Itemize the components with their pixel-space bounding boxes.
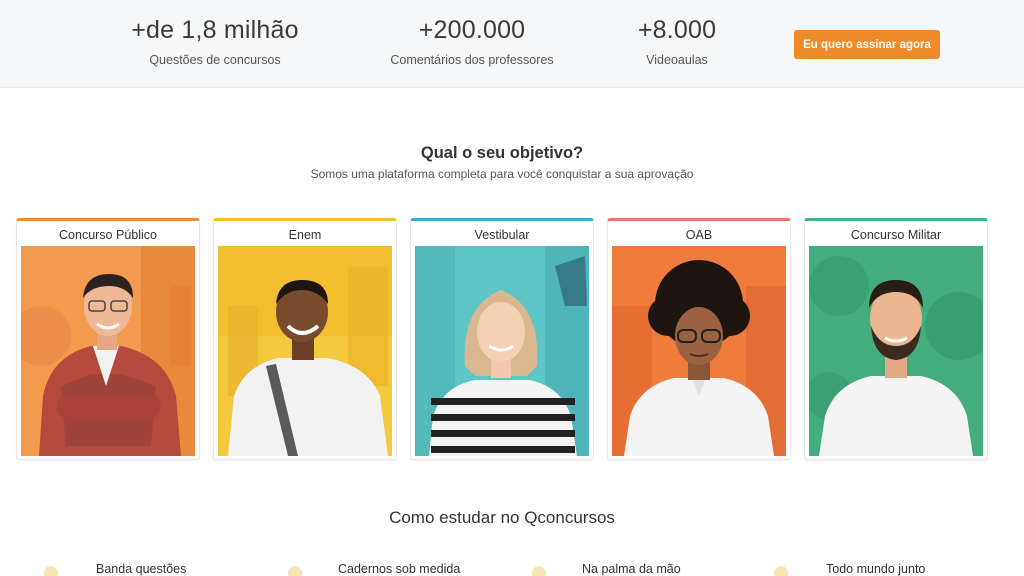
stat-comments: +200.000 Comentários dos professores [372,14,572,68]
feature-label: Cadernos sob medida [338,562,461,576]
card-enem[interactable]: Enem [213,218,397,460]
feature-label: Na palma da mão [582,562,681,576]
person-photo [21,246,195,456]
stats-bar: +de 1,8 milhão Questões de concursos +20… [0,0,1024,88]
card-vestibular[interactable]: Vestibular [410,218,594,460]
card-oab[interactable]: OAB [607,218,791,460]
stat-label: Comentários dos professores [390,53,554,67]
feature-label: Banda questões [96,562,187,576]
person-photo [809,246,983,456]
feature-icon [774,566,788,576]
person-photo [415,246,589,456]
card-label: Vestibular [474,228,530,242]
stat-value: +200.000 [418,16,526,44]
subscribe-button[interactable]: Eu quero assinar agora [794,30,940,59]
how-to-study-title: Como estudar no Qconcursos [389,508,615,527]
card-label: Concurso Militar [850,228,942,242]
card-label: Enem [288,228,322,242]
feature-label: Todo mundo junto [826,562,926,576]
feature-icon [532,566,546,576]
card-concurso-publico[interactable]: Concurso Público [16,218,200,460]
objective-title: Qual o seu objetivo? [420,144,584,162]
feature-icon [44,566,58,576]
objective-subtitle: Somos uma plataforma completa para você … [310,167,694,181]
card-concurso-militar[interactable]: Concurso Militar [804,218,988,460]
stat-questions: +de 1,8 milhão Questões de concursos [112,14,318,68]
stat-value: +de 1,8 milhão [131,16,299,44]
person-photo [218,246,392,456]
stat-label: Questões de concursos [149,53,281,67]
person-photo [612,246,786,456]
stat-value: +8.000 [637,16,717,44]
stat-label: Videoaulas [646,53,708,67]
card-label: OAB [685,228,713,242]
stat-videos: +8.000 Videoaulas [612,14,742,68]
feature-icon [288,566,302,576]
card-label: Concurso Público [59,228,157,242]
